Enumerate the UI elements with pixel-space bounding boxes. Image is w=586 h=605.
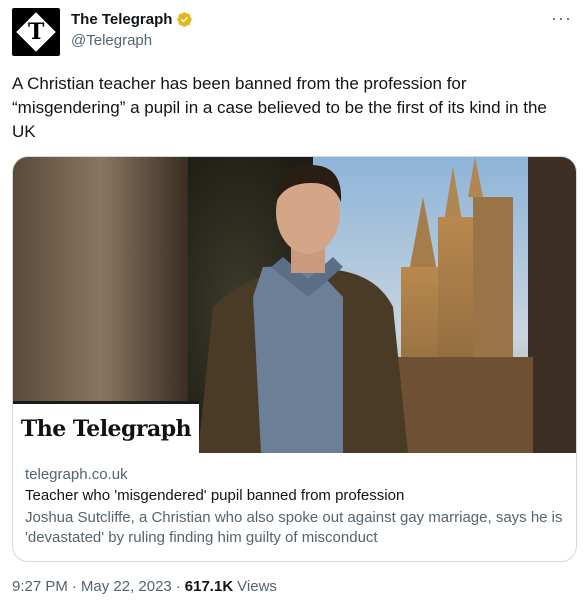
separator: · (71, 578, 77, 595)
separator: · (175, 578, 181, 595)
author-handle[interactable]: @Telegraph (71, 32, 152, 49)
views-count: 617.1K (184, 578, 234, 595)
author-name-row: The Telegraph (71, 11, 193, 28)
tweet-footer: 9:27 PM · May 22, 2023 · 617.1K Views (12, 578, 277, 595)
avatar-logo-diamond: T (16, 12, 56, 52)
tweet-time[interactable]: 9:27 PM (12, 578, 68, 595)
tweet-date[interactable]: May 22, 2023 (81, 578, 172, 595)
avatar-letter: T (27, 19, 45, 45)
telegraph-logo-text: The Telegraph (20, 415, 192, 442)
link-card[interactable]: The Telegraph telegraph.co.uk Teacher wh… (12, 156, 577, 562)
card-title[interactable]: Teacher who 'misgendered' pupil banned f… (25, 486, 565, 506)
card-image: The Telegraph (13, 157, 576, 453)
card-description: Joshua Sutcliffe, a Christian who also s… (25, 509, 563, 546)
more-options-icon[interactable]: ··· (551, 8, 572, 29)
telegraph-logo: The Telegraph (13, 401, 199, 453)
card-domain: telegraph.co.uk (25, 466, 128, 483)
card-meta: telegraph.co.uk Teacher who 'misgendered… (25, 465, 565, 548)
views-label: Views (237, 578, 277, 595)
display-name[interactable]: The Telegraph (71, 11, 172, 28)
tweet-text: A Christian teacher has been banned from… (12, 74, 547, 141)
avatar[interactable]: T (12, 8, 60, 56)
verified-badge-icon (177, 12, 193, 27)
